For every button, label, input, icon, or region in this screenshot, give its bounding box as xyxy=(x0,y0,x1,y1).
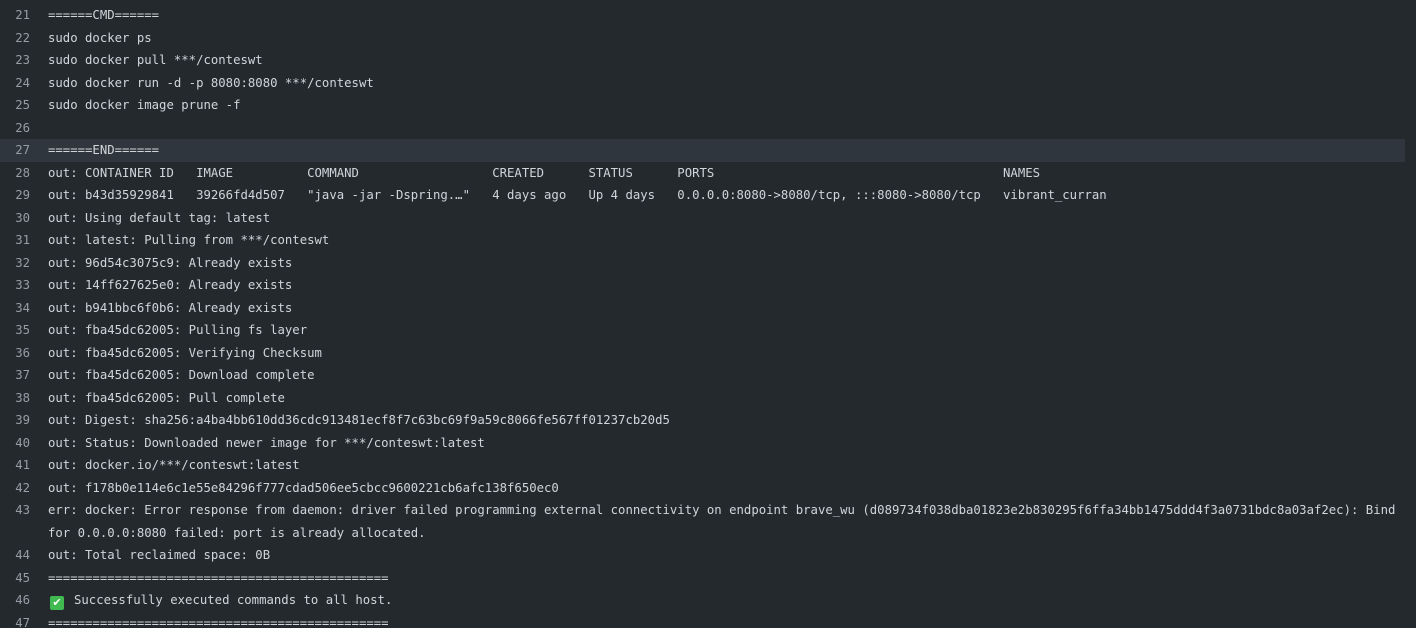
success-message: Successfully executed commands to all ho… xyxy=(74,593,393,607)
line-number[interactable]: 40 xyxy=(0,432,30,455)
line-number[interactable]: 45 xyxy=(0,567,30,590)
line-text: out: Status: Downloaded newer image for … xyxy=(48,435,485,450)
line-text: out: fba45dc62005: Pulling fs layer xyxy=(48,323,308,337)
line-number[interactable]: 44 xyxy=(0,544,30,567)
line-number[interactable]: 36 xyxy=(0,342,30,365)
line-number[interactable]: 25 xyxy=(0,94,30,117)
log-line[interactable]: 33 out: 14ff627625e0: Already exists xyxy=(0,274,1405,297)
line-number[interactable]: 41 xyxy=(0,454,30,477)
line-number[interactable]: 27 xyxy=(0,139,30,162)
line-text: sudo docker pull ***/conteswt xyxy=(48,53,263,67)
log-line[interactable]: 27 ======END====== xyxy=(0,139,1405,162)
line-text: out: Total reclaimed space: 0B xyxy=(48,548,271,562)
log-line[interactable]: 29 out: b43d35929841 39266fd4d507 "java -… xyxy=(0,184,1405,207)
line-text: sudo docker ps xyxy=(48,30,152,45)
log-line[interactable]: 40 out: Status: Downloaded newer image fo… xyxy=(0,432,1405,455)
line-text: out: CONTAINER ID IMAGE COMMAND CREATED … xyxy=(48,165,1041,180)
line-number[interactable]: 33 xyxy=(0,274,30,297)
log-line[interactable]: 21 ======CMD====== xyxy=(0,4,1405,27)
line-number[interactable]: 35 xyxy=(0,319,30,342)
log-line[interactable]: 37 out: fba45dc62005: Download complete xyxy=(0,364,1405,387)
line-text: out: Digest: sha256:a4ba4bb610dd36cdc913… xyxy=(48,413,670,427)
line-text: ✔ Successfully executed commands to all h… xyxy=(48,589,1405,612)
line-number[interactable]: 22 xyxy=(0,27,30,50)
log-line[interactable]: 31 out: latest: Pulling from ***/conteswt xyxy=(0,229,1405,252)
log-line[interactable]: 22 sudo docker ps xyxy=(0,27,1405,50)
log-line[interactable]: 47 ======================================… xyxy=(0,612,1405,628)
log-line[interactable]: 38 out: fba45dc62005: Pull complete xyxy=(0,387,1405,410)
line-number[interactable]: 23 xyxy=(0,49,30,72)
line-text: sudo docker run -d -p 8080:8080 ***/cont… xyxy=(48,75,374,90)
line-number[interactable]: 21 xyxy=(0,4,30,27)
line-text: out: 96d54c3075c9: Already exists xyxy=(48,255,293,270)
line-number[interactable]: 39 xyxy=(0,409,30,432)
log-line[interactable]: 39 out: Digest: sha256:a4ba4bb610dd36cdc9… xyxy=(0,409,1405,432)
log-line[interactable]: 42 out: f178b0e114e6c1e55e84296f777cdad50… xyxy=(0,477,1405,500)
log-line[interactable]: 28 out: CONTAINER ID IMAGE COMMAND CREATE… xyxy=(0,162,1405,185)
line-text: out: fba45dc62005: Pull complete xyxy=(48,390,285,405)
log-viewer: 21 ======CMD====== 22 sudo docker ps 23 sudo … xyxy=(0,0,1416,628)
line-text: out: b43d35929841 39266fd4d507 "java -ja… xyxy=(48,188,1107,202)
log-line[interactable]: 26 xyxy=(0,117,1405,140)
log-line[interactable]: 44 out: Total reclaimed space: 0B xyxy=(0,544,1405,567)
log-line[interactable]: 25 sudo docker image prune -f xyxy=(0,94,1405,117)
log-line[interactable]: 45 ======================================… xyxy=(0,567,1405,590)
line-text: out: latest: Pulling from ***/conteswt xyxy=(48,233,330,247)
line-text: ======CMD====== xyxy=(48,8,160,22)
line-number[interactable]: 24 xyxy=(0,72,30,95)
line-text: out: 14ff627625e0: Already exists xyxy=(48,278,293,292)
line-text: ========================================… xyxy=(48,615,389,628)
line-number[interactable]: 38 xyxy=(0,387,30,410)
line-text: out: f178b0e114e6c1e55e84296f777cdad506e… xyxy=(48,480,559,495)
log-line[interactable]: 36 out: fba45dc62005: Verifying Checksum xyxy=(0,342,1405,365)
line-number[interactable]: 29 xyxy=(0,184,30,207)
line-number[interactable]: 32 xyxy=(0,252,30,275)
log-line[interactable]: 35 out: fba45dc62005: Pulling fs layer xyxy=(0,319,1405,342)
check-mark-icon: ✔ xyxy=(50,596,64,610)
log-line[interactable]: 43 err: docker: Error response from daemo… xyxy=(0,499,1405,544)
line-text: out: fba45dc62005: Download complete xyxy=(48,368,315,382)
log-line[interactable]: 30 out: Using default tag: latest xyxy=(0,207,1405,230)
line-text: out: b941bbc6f0b6: Already exists xyxy=(48,300,293,315)
log-line[interactable]: 32 out: 96d54c3075c9: Already exists xyxy=(0,252,1405,275)
line-number[interactable]: 30 xyxy=(0,207,30,230)
line-number[interactable]: 43 xyxy=(0,499,30,522)
log-line[interactable]: 23 sudo docker pull ***/conteswt xyxy=(0,49,1405,72)
line-number[interactable]: 46 xyxy=(0,589,30,612)
line-text: err: docker: Error response from daemon:… xyxy=(48,503,1403,540)
line-number[interactable]: 28 xyxy=(0,162,30,185)
line-number[interactable]: 47 xyxy=(0,612,30,628)
line-text: out: Using default tag: latest xyxy=(48,210,271,225)
line-number[interactable]: 31 xyxy=(0,229,30,252)
line-number[interactable]: 26 xyxy=(0,117,30,140)
line-number[interactable]: 34 xyxy=(0,297,30,320)
log-line[interactable]: 24 sudo docker run -d -p 8080:8080 ***/co… xyxy=(0,72,1405,95)
line-number[interactable]: 42 xyxy=(0,477,30,500)
line-text: out: docker.io/***/conteswt:latest xyxy=(48,458,300,472)
log-line[interactable]: 46 ✔ Successfully executed commands to all… xyxy=(0,589,1405,612)
line-text: ========================================… xyxy=(48,570,389,585)
line-text: ======END====== xyxy=(48,143,160,157)
line-text: sudo docker image prune -f xyxy=(48,98,241,112)
line-number[interactable]: 37 xyxy=(0,364,30,387)
log-line[interactable]: 34 out: b941bbc6f0b6: Already exists xyxy=(0,297,1405,320)
line-text: out: fba45dc62005: Verifying Checksum xyxy=(48,345,322,360)
log-line[interactable]: 41 out: docker.io/***/conteswt:latest xyxy=(0,454,1405,477)
